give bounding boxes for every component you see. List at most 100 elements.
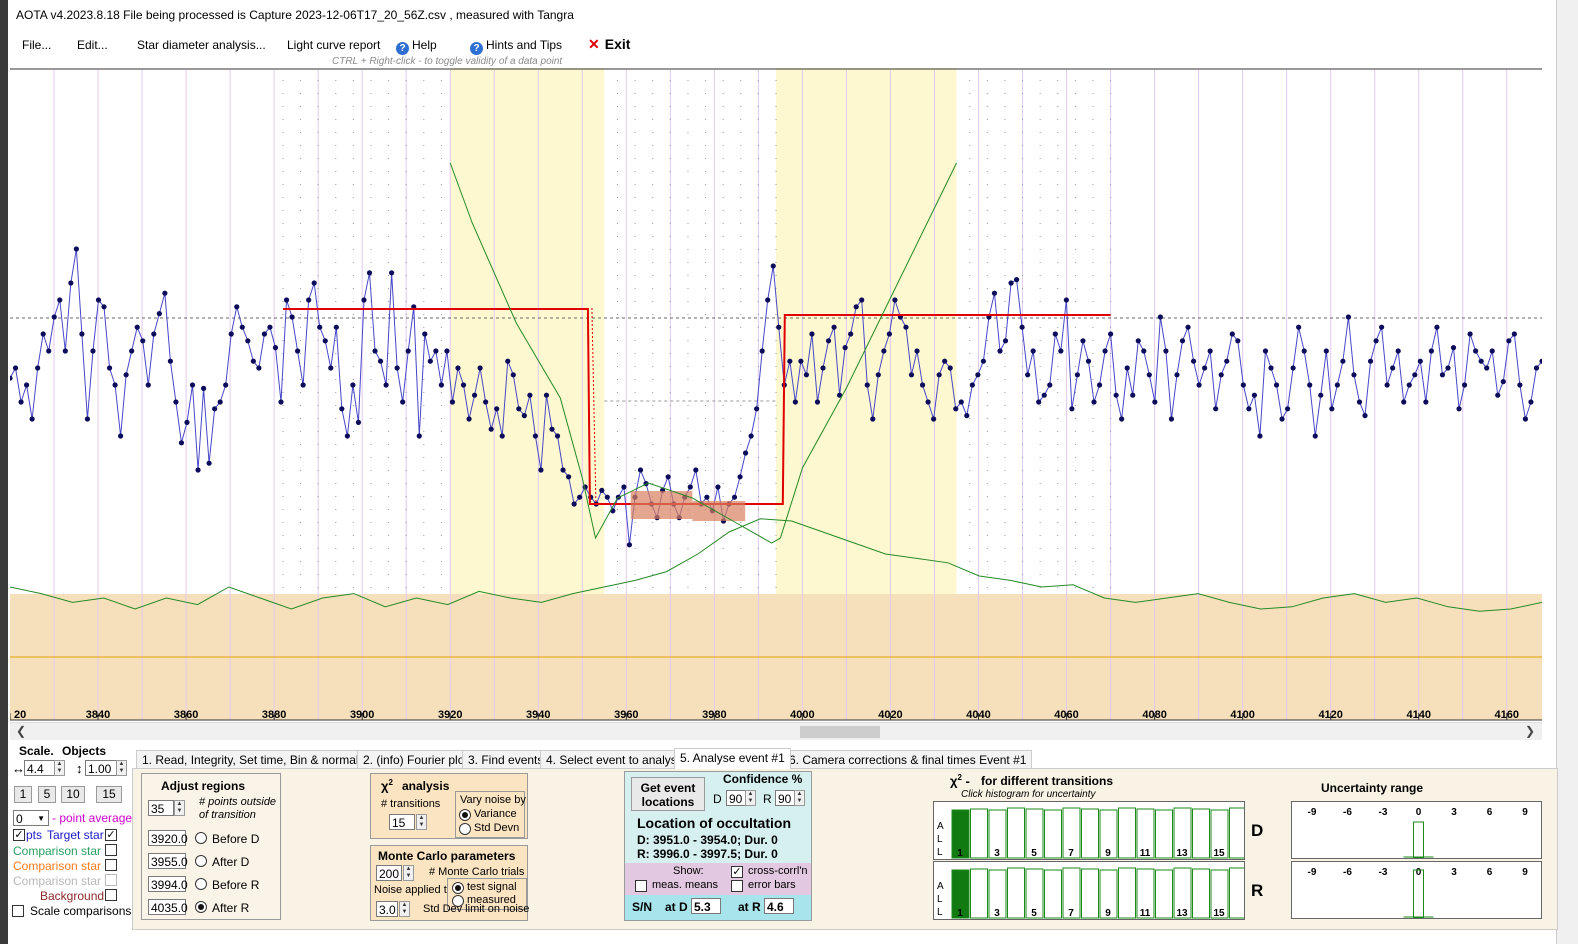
data-point[interactable] [444, 348, 450, 354]
data-point[interactable] [1522, 416, 1529, 422]
data-point[interactable] [903, 324, 909, 330]
data-point[interactable] [1296, 324, 1302, 330]
data-point[interactable] [483, 399, 489, 405]
data-point[interactable] [1478, 358, 1484, 364]
data-point[interactable] [842, 345, 848, 351]
before-d-radio[interactable] [195, 832, 207, 844]
data-point[interactable] [1517, 382, 1523, 388]
data-point[interactable] [1500, 379, 1506, 385]
before-r-input[interactable]: 3994.0 [148, 876, 188, 892]
data-point[interactable] [859, 297, 865, 303]
data-point[interactable] [765, 297, 771, 303]
data-point[interactable] [123, 372, 129, 378]
chi2-d-histogram-bar[interactable] [1192, 808, 1210, 859]
data-point[interactable] [787, 358, 793, 364]
horizontal-scrollbar[interactable]: ❮ ❯ [10, 722, 1542, 741]
data-point[interactable] [1135, 338, 1141, 344]
data-point[interactable] [184, 419, 190, 425]
error-bars-checkbox[interactable] [731, 880, 743, 892]
data-point[interactable] [90, 348, 96, 354]
data-point[interactable] [106, 365, 113, 371]
data-point[interactable] [1533, 365, 1540, 371]
data-point[interactable] [1379, 324, 1385, 330]
data-point[interactable] [405, 348, 411, 354]
data-point[interactable] [942, 358, 948, 364]
data-point[interactable] [737, 474, 743, 480]
data-point[interactable] [162, 290, 168, 296]
scroll-left-icon[interactable]: ❮ [16, 724, 26, 738]
data-point[interactable] [173, 399, 179, 405]
monte-carlo-trials-input[interactable]: 200 [376, 865, 402, 881]
data-point[interactable] [516, 406, 522, 412]
data-point[interactable] [1185, 324, 1191, 330]
confidence-d-input[interactable]: 90 [726, 790, 746, 806]
data-point[interactable] [748, 433, 754, 439]
data-point[interactable] [134, 324, 140, 330]
data-point[interactable] [350, 382, 356, 388]
data-point[interactable] [355, 419, 362, 425]
before-r-radio[interactable] [195, 878, 207, 890]
cross-corr-checkbox[interactable]: ✓ [731, 866, 743, 878]
data-point[interactable] [831, 324, 837, 330]
data-point[interactable] [1069, 406, 1075, 412]
data-point[interactable] [1423, 399, 1429, 405]
background-checkbox[interactable] [105, 889, 117, 901]
data-point[interactable] [825, 338, 832, 344]
menu-edit[interactable]: Edit... [77, 38, 108, 52]
data-point[interactable] [1284, 406, 1291, 412]
data-point[interactable] [156, 311, 162, 317]
data-point[interactable] [1052, 331, 1058, 337]
data-point[interactable] [543, 392, 550, 398]
data-point[interactable] [1434, 324, 1440, 330]
data-point[interactable] [471, 392, 478, 398]
data-point[interactable] [870, 416, 876, 422]
data-point[interactable] [1108, 331, 1114, 337]
data-point[interactable] [980, 358, 987, 364]
data-point[interactable] [57, 297, 63, 303]
data-point[interactable] [1013, 277, 1020, 283]
scroll-thumb[interactable] [800, 726, 880, 738]
data-point[interactable] [311, 280, 317, 286]
data-point[interactable] [1345, 314, 1352, 320]
data-point[interactable] [1273, 382, 1280, 388]
data-point[interactable] [1163, 348, 1169, 354]
confidence-r-input[interactable]: 90 [775, 790, 795, 806]
data-point[interactable] [731, 494, 738, 500]
data-point[interactable] [1445, 365, 1451, 371]
data-point[interactable] [1439, 372, 1446, 378]
data-point[interactable] [1141, 348, 1147, 354]
data-point[interactable] [1262, 348, 1269, 354]
data-point[interactable] [23, 382, 30, 388]
data-point[interactable] [466, 416, 472, 422]
data-point[interactable] [1279, 416, 1285, 422]
data-point[interactable] [40, 331, 46, 337]
data-point[interactable] [969, 382, 975, 388]
std-dev-limit-input[interactable]: 3.0 [376, 901, 398, 917]
variance-radio[interactable] [459, 809, 471, 821]
data-point[interactable] [1196, 382, 1202, 388]
data-point[interactable] [1417, 358, 1423, 364]
data-point[interactable] [549, 426, 555, 432]
data-point[interactable] [455, 365, 461, 371]
data-point[interactable] [294, 348, 301, 354]
data-point[interactable] [997, 348, 1003, 354]
data-point[interactable] [1290, 365, 1296, 371]
data-point[interactable] [29, 416, 35, 422]
data-point[interactable] [1224, 358, 1230, 364]
data-point[interactable] [245, 338, 251, 344]
data-point[interactable] [1251, 392, 1258, 398]
points-outside-input[interactable]: 35 [148, 800, 174, 816]
data-point[interactable] [322, 338, 328, 344]
data-point[interactable] [377, 358, 384, 364]
data-point[interactable] [1456, 406, 1462, 412]
data-point[interactable] [1113, 392, 1119, 398]
data-point[interactable] [1329, 406, 1335, 412]
menu-help[interactable]: ? Help [396, 38, 437, 55]
data-point[interactable] [1124, 365, 1130, 371]
chi2-r-histogram-bar[interactable] [1044, 869, 1062, 919]
data-point[interactable] [892, 297, 898, 303]
data-point[interactable] [1119, 416, 1125, 422]
data-point[interactable] [383, 382, 389, 388]
menu-star-diameter[interactable]: Star diameter analysis... [137, 38, 266, 52]
data-point[interactable] [1318, 392, 1324, 398]
